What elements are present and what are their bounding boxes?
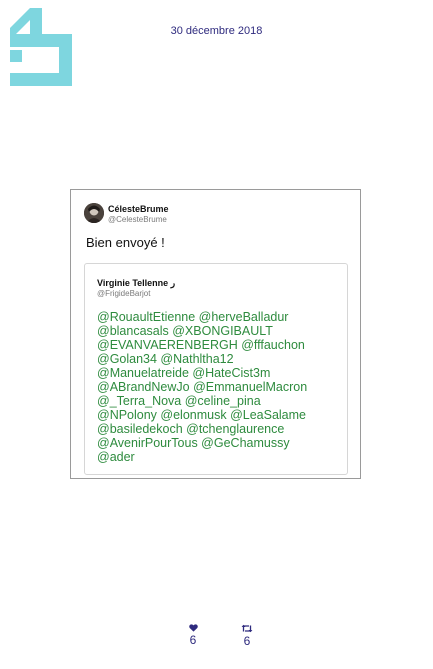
mention-line[interactable]: @blancasals @XBONGIBAULT [97,324,345,338]
mention-line[interactable]: @Manuelatreide @HateCist3m [97,366,345,380]
heart-icon[interactable] [183,624,203,632]
mentions-list: @RouaultEtienne @herveBalladur @blancasa… [97,310,345,464]
mention-line[interactable]: @AvenirPourTous @GeChamussy [97,436,345,450]
mention-line[interactable]: @basiledekoch @tchenglaurence [97,422,345,436]
retweet-stat[interactable]: 6 [237,624,257,648]
retweet-count: 6 [243,634,251,648]
mention-line[interactable]: @NPolony @elonmusk @LeaSalame [97,408,345,422]
like-stat[interactable]: 6 [183,624,203,647]
quoted-author-handle[interactable]: @FrigideBarjot [97,289,150,298]
avatar[interactable] [84,203,104,223]
mention-line[interactable]: @Golan34 @Nathltha12 [97,352,345,366]
tweet-text: Bien envoyé ! [86,235,165,250]
mention-line[interactable]: @EVANVAERENBERGH @fffauchon [97,338,345,352]
quoted-author-name[interactable]: Virginie Tellenne ر [97,278,175,289]
like-count: 6 [189,633,197,647]
quoted-tweet[interactable]: Virginie Tellenne ر @FrigideBarjot @Roua… [84,263,348,475]
mention-line[interactable]: @RouaultEtienne @herveBalladur [97,310,345,324]
post-date: 30 décembre 2018 [170,25,263,37]
author-handle[interactable]: @CelesteBrume [108,215,167,224]
brand-logo-icon [10,8,72,86]
mention-line[interactable]: @_Terra_Nova @celine_pina [97,394,345,408]
mention-line[interactable]: @ABrandNewJo @EmmanuelMacron [97,380,345,394]
author-name[interactable]: CélesteBrume [108,204,169,214]
retweet-icon[interactable] [237,624,257,633]
mention-line[interactable]: @ader [97,450,345,464]
embedded-tweet[interactable]: CélesteBrume @CelesteBrume Bien envoyé !… [70,189,361,479]
